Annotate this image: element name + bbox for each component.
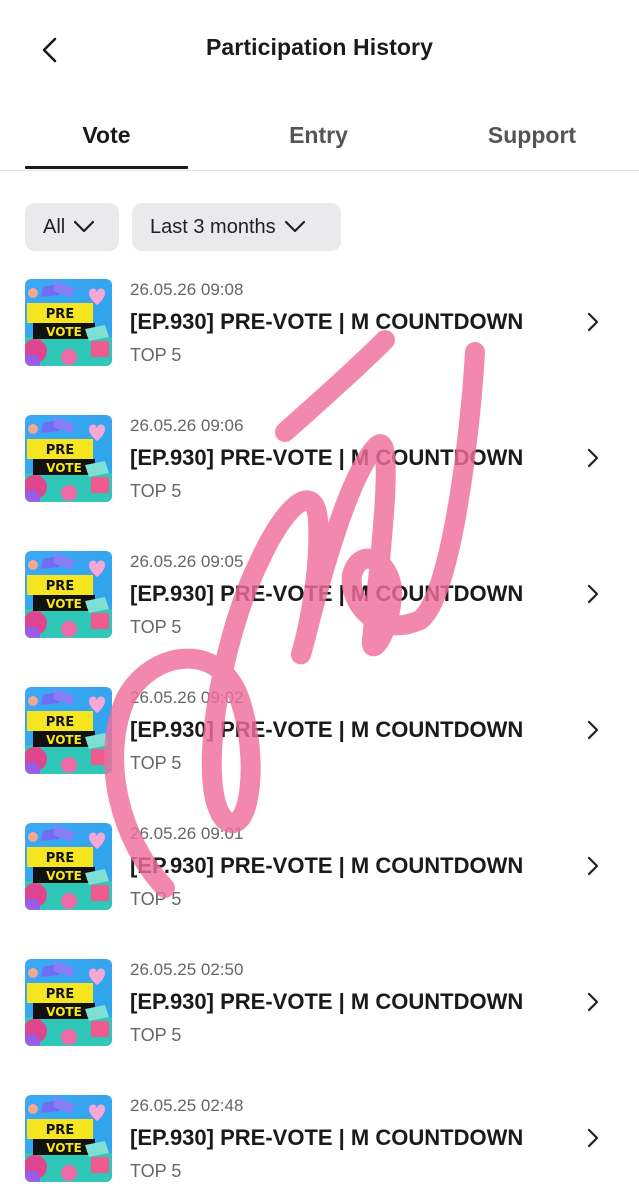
chevron-right-icon [587,992,599,1012]
chevron-right-icon [587,584,599,604]
svg-text:VOTE: VOTE [46,461,82,475]
filter-period-label: Last 3 months [150,215,276,238]
history-list-item[interactable]: PRE VOTE 26.05.25 02:48 [EP.930] PRE-VOT… [0,1087,639,1200]
item-thumbnail: PRE VOTE [25,551,112,638]
filter-type-dropdown[interactable]: All [25,203,119,251]
header: Participation History [0,0,639,100]
chevron-down-icon [284,220,305,233]
tab-vote[interactable]: Vote [25,100,188,170]
item-result: TOP 5 [130,1025,182,1045]
svg-text:VOTE: VOTE [46,733,82,747]
item-title: [EP.930] PRE-VOTE | M COUNTDOWN [130,581,524,606]
tab-bar: Vote Entry Support [0,100,639,171]
pre-vote-thumbnail: PRE VOTE [25,279,112,366]
item-thumbnail: PRE VOTE [25,279,112,366]
item-result: TOP 5 [130,753,182,773]
pre-vote-thumbnail: PRE VOTE [25,959,112,1046]
item-thumbnail: PRE VOTE [25,959,112,1046]
item-date: 26.05.26 09:05 [130,552,244,571]
svg-text:VOTE: VOTE [46,869,82,883]
item-title: [EP.930] PRE-VOTE | M COUNTDOWN [130,445,524,470]
svg-text:PRE: PRE [46,307,74,322]
filter-type-label: All [43,215,66,238]
pre-vote-thumbnail: PRE VOTE [25,823,112,910]
item-result: TOP 5 [130,889,182,909]
item-date: 26.05.25 02:48 [130,1096,244,1115]
svg-text:VOTE: VOTE [46,597,82,611]
svg-text:VOTE: VOTE [46,325,82,339]
active-tab-indicator [25,166,188,169]
filter-row: All Last 3 months [25,203,341,251]
item-date: 26.05.26 09:08 [130,280,244,299]
item-result: TOP 5 [130,345,182,365]
item-title: [EP.930] PRE-VOTE | M COUNTDOWN [130,309,524,334]
item-date: 26.05.25 02:50 [130,960,244,979]
page-title: Participation History [205,34,434,60]
item-date: 26.05.26 09:06 [130,416,244,435]
item-title: [EP.930] PRE-VOTE | M COUNTDOWN [130,989,524,1014]
chevron-right-icon [587,1128,599,1148]
tab-support[interactable]: Support [450,100,614,170]
chevron-right-icon [587,856,599,876]
svg-text:VOTE: VOTE [46,1005,82,1019]
svg-text:PRE: PRE [46,987,74,1002]
pre-vote-thumbnail: PRE VOTE [25,551,112,638]
item-thumbnail: PRE VOTE [25,1095,112,1182]
history-list-item[interactable]: PRE VOTE 26.05.26 09:08 [EP.930] PRE-VOT… [0,271,639,407]
pre-vote-thumbnail: PRE VOTE [25,687,112,774]
item-title: [EP.930] PRE-VOTE | M COUNTDOWN [130,853,524,878]
item-title: [EP.930] PRE-VOTE | M COUNTDOWN [130,717,524,742]
history-list-item[interactable]: PRE VOTE 26.05.26 09:02 [EP.930] PRE-VOT… [0,679,639,815]
tab-entry[interactable]: Entry [236,100,401,170]
item-result: TOP 5 [130,617,182,637]
svg-text:PRE: PRE [46,851,74,866]
svg-text:PRE: PRE [46,443,74,458]
chevron-right-icon [587,720,599,740]
history-list-item[interactable]: PRE VOTE 26.05.25 02:50 [EP.930] PRE-VOT… [0,951,639,1087]
item-result: TOP 5 [130,481,182,501]
item-thumbnail: PRE VOTE [25,415,112,502]
filter-period-dropdown[interactable]: Last 3 months [132,203,341,251]
item-thumbnail: PRE VOTE [25,687,112,774]
history-list-item[interactable]: PRE VOTE 26.05.26 09:06 [EP.930] PRE-VOT… [0,407,639,543]
svg-text:PRE: PRE [46,1123,74,1138]
svg-text:PRE: PRE [46,579,74,594]
history-list-item[interactable]: PRE VOTE 26.05.26 09:05 [EP.930] PRE-VOT… [0,543,639,679]
pre-vote-thumbnail: PRE VOTE [25,1095,112,1182]
item-title: [EP.930] PRE-VOTE | M COUNTDOWN [130,1125,524,1150]
item-date: 26.05.26 09:02 [130,688,244,707]
history-list-item[interactable]: PRE VOTE 26.05.26 09:01 [EP.930] PRE-VOT… [0,815,639,951]
history-list: PRE VOTE 26.05.26 09:08 [EP.930] PRE-VOT… [0,271,639,1200]
chevron-down-icon [74,220,95,233]
pre-vote-thumbnail: PRE VOTE [25,415,112,502]
chevron-right-icon [587,312,599,332]
chevron-right-icon [587,448,599,468]
item-date: 26.05.26 09:01 [130,824,244,843]
svg-text:VOTE: VOTE [46,1141,82,1155]
item-result: TOP 5 [130,1161,182,1181]
svg-text:PRE: PRE [46,715,74,730]
item-thumbnail: PRE VOTE [25,823,112,910]
